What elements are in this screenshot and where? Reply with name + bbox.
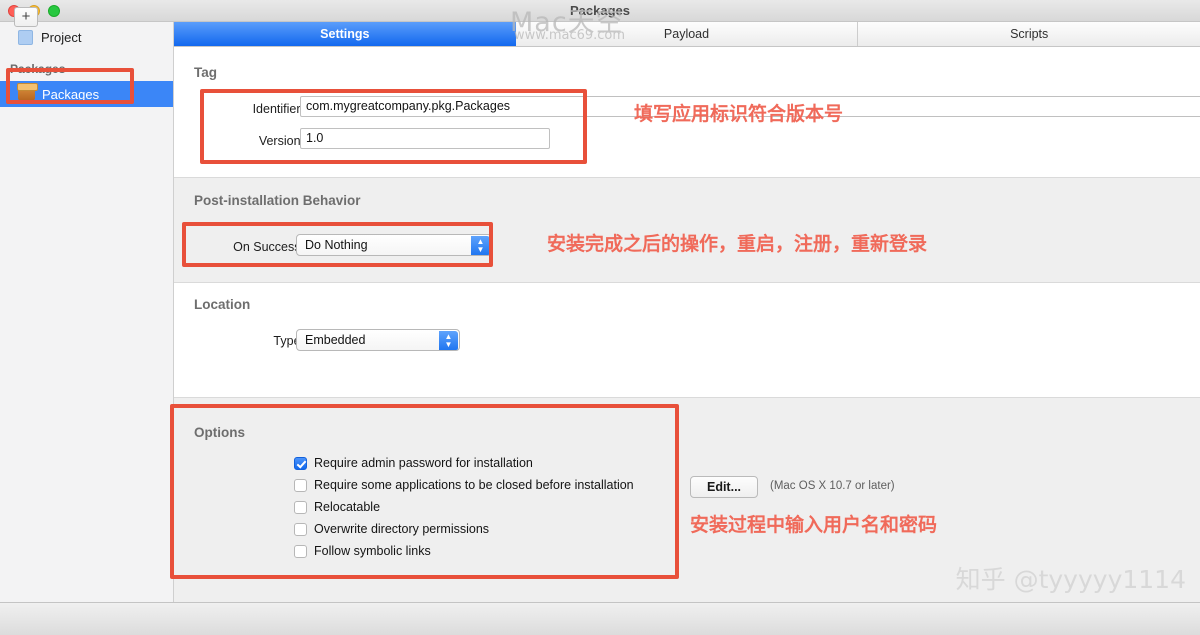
section-title-options: Options bbox=[194, 425, 245, 440]
checkbox-icon[interactable] bbox=[294, 478, 307, 492]
checkbox-overwrite-directory-permissions[interactable]: Overwrite directory permissions bbox=[294, 522, 489, 536]
checkbox-require-apps-closed[interactable]: Require some applications to be closed b… bbox=[294, 478, 634, 492]
checkbox-label: Relocatable bbox=[314, 500, 381, 514]
document-icon bbox=[18, 29, 33, 45]
edit-button[interactable]: Edit... bbox=[690, 476, 758, 498]
section-options: Options Require admin password for insta… bbox=[174, 398, 1200, 602]
window-title: Packages bbox=[570, 3, 630, 18]
tab-bar: Settings Payload Scripts bbox=[174, 22, 1200, 47]
on-success-select[interactable]: Do Nothing ▲ ▼ bbox=[296, 234, 492, 256]
section-title-post-installation: Post-installation Behavior bbox=[194, 193, 361, 208]
tab-scripts[interactable]: Scripts bbox=[858, 22, 1200, 46]
checkbox-label: Require admin password for installation bbox=[314, 456, 533, 470]
checkbox-icon[interactable] bbox=[294, 500, 307, 514]
sidebar-item-packages[interactable]: Packages bbox=[0, 81, 173, 107]
section-title-tag: Tag bbox=[194, 65, 217, 80]
chevron-updown-icon[interactable]: ▲ ▼ bbox=[439, 331, 458, 350]
checkbox-icon[interactable] bbox=[294, 544, 307, 558]
checkbox-relocatable[interactable]: Relocatable bbox=[294, 500, 380, 514]
chevron-updown-icon[interactable]: ▲ ▼ bbox=[471, 236, 490, 255]
checkbox-icon[interactable] bbox=[294, 522, 307, 536]
tab-payload[interactable]: Payload bbox=[516, 22, 859, 46]
window-title-bar: Packages bbox=[0, 0, 1200, 22]
edit-hint-text: (Mac OS X 10.7 or later) bbox=[770, 480, 895, 492]
checkbox-follow-symbolic-links[interactable]: Follow symbolic links bbox=[294, 544, 431, 558]
tab-settings[interactable]: Settings bbox=[174, 22, 516, 46]
checkbox-label: Require some applications to be closed b… bbox=[314, 478, 634, 492]
on-success-label: On Success: bbox=[233, 240, 304, 254]
sidebar-item-packages-label: Packages bbox=[42, 86, 100, 102]
window-footer-bar bbox=[0, 602, 1200, 635]
checkbox-require-admin-password[interactable]: Require admin password for installation bbox=[294, 456, 533, 470]
section-location: Location Type: Embedded ▲ ▼ bbox=[174, 283, 1200, 398]
annotation-post-install-note: 安装完成之后的操作，重启，注册，重新登录 bbox=[547, 233, 928, 255]
on-success-select-value: Do Nothing bbox=[305, 238, 368, 252]
version-input[interactable]: 1.0 bbox=[300, 128, 550, 149]
add-package-button[interactable]: + bbox=[14, 7, 38, 27]
sidebar: Project Packages Packages bbox=[0, 22, 174, 602]
checkbox-icon[interactable] bbox=[294, 456, 307, 470]
annotation-tag-note: 填写应用标识符合版本号 bbox=[634, 103, 844, 125]
version-label: Version: bbox=[258, 134, 304, 148]
type-label: Type: bbox=[273, 334, 304, 348]
location-type-select-value: Embedded bbox=[305, 333, 366, 347]
location-type-select[interactable]: Embedded ▲ ▼ bbox=[296, 329, 460, 351]
checkbox-label: Overwrite directory permissions bbox=[314, 522, 490, 536]
sidebar-item-project-label: Project bbox=[41, 29, 82, 45]
sidebar-item-project[interactable]: Project bbox=[0, 24, 173, 50]
sidebar-group-header-packages: Packages bbox=[10, 62, 66, 76]
identifier-label: Identifier: bbox=[252, 102, 304, 116]
packages-app-window: Packages Project Packages Packages + Set… bbox=[0, 0, 1200, 635]
annotation-options-note: 安装过程中输入用户名和密码 bbox=[690, 514, 938, 536]
section-title-location: Location bbox=[194, 297, 251, 312]
package-box-icon bbox=[17, 83, 38, 101]
checkbox-label: Follow symbolic links bbox=[314, 544, 431, 558]
